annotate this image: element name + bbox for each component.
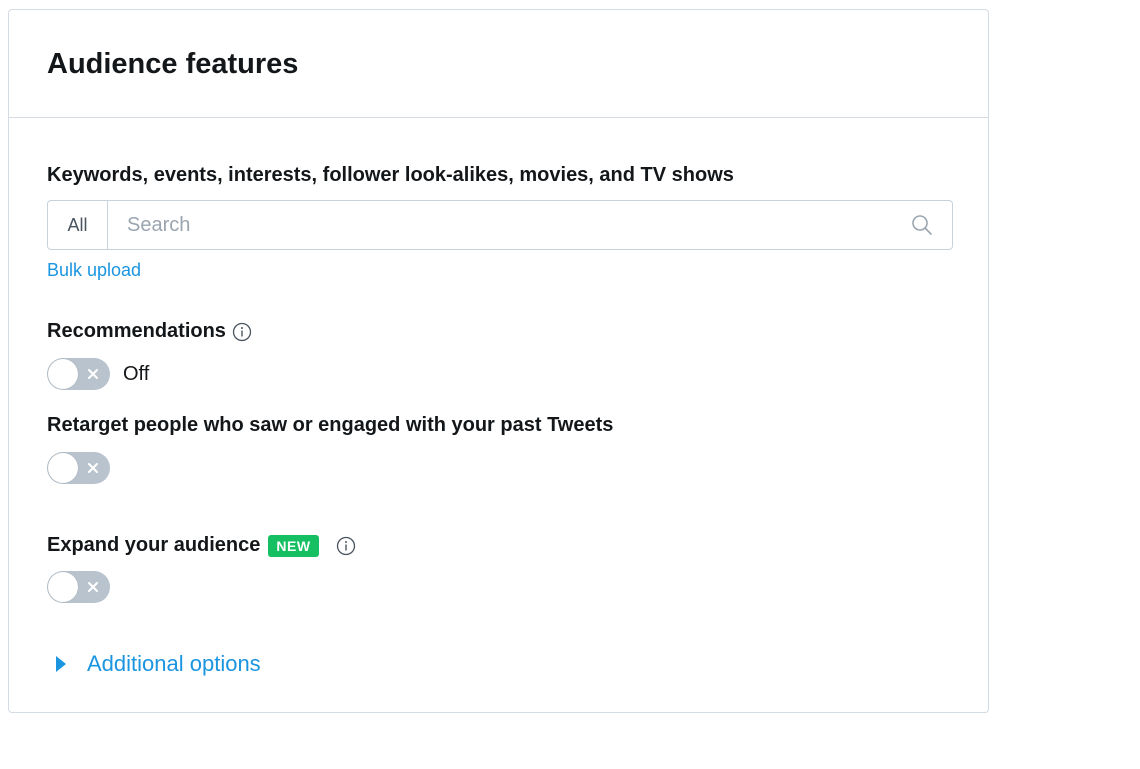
recommendations-heading: Recommendations [47, 318, 252, 344]
search-scope-dropdown[interactable]: All [48, 201, 108, 249]
recommendations-status: Off [123, 363, 150, 385]
additional-options-label: Additional options [87, 651, 261, 676]
retarget-label: Retarget people who saw or engaged with … [47, 414, 614, 436]
expand-audience-heading: Expand your audience NEW [47, 532, 356, 558]
close-icon [88, 582, 98, 592]
card-header: Audience features [9, 10, 988, 118]
retarget-toggle[interactable] [47, 452, 110, 484]
bulk-upload-link[interactable]: Bulk upload [47, 259, 141, 281]
close-icon [88, 463, 98, 473]
expand-audience-toggle[interactable] [47, 571, 110, 603]
info-icon[interactable] [232, 322, 252, 342]
additional-options-link[interactable]: Additional options [55, 650, 261, 678]
search-icon[interactable] [910, 213, 934, 237]
audience-features-card: Audience features Keywords, events, inte… [8, 9, 989, 713]
toggle-knob [48, 572, 78, 602]
new-badge: NEW [268, 534, 319, 557]
search-input[interactable] [108, 201, 910, 249]
close-icon [88, 369, 98, 379]
recommendations-toggle[interactable] [47, 358, 110, 390]
card-title: Audience features [47, 48, 299, 80]
expand-audience-label: Expand your audience [47, 534, 261, 556]
info-icon[interactable] [336, 536, 356, 556]
recommendations-label: Recommendations [47, 320, 226, 342]
toggle-knob [48, 453, 78, 483]
targeting-label: Keywords, events, interests, follower lo… [47, 164, 734, 186]
targeting-search: All [47, 200, 953, 250]
caret-right-icon [56, 656, 66, 672]
toggle-knob [48, 359, 78, 389]
